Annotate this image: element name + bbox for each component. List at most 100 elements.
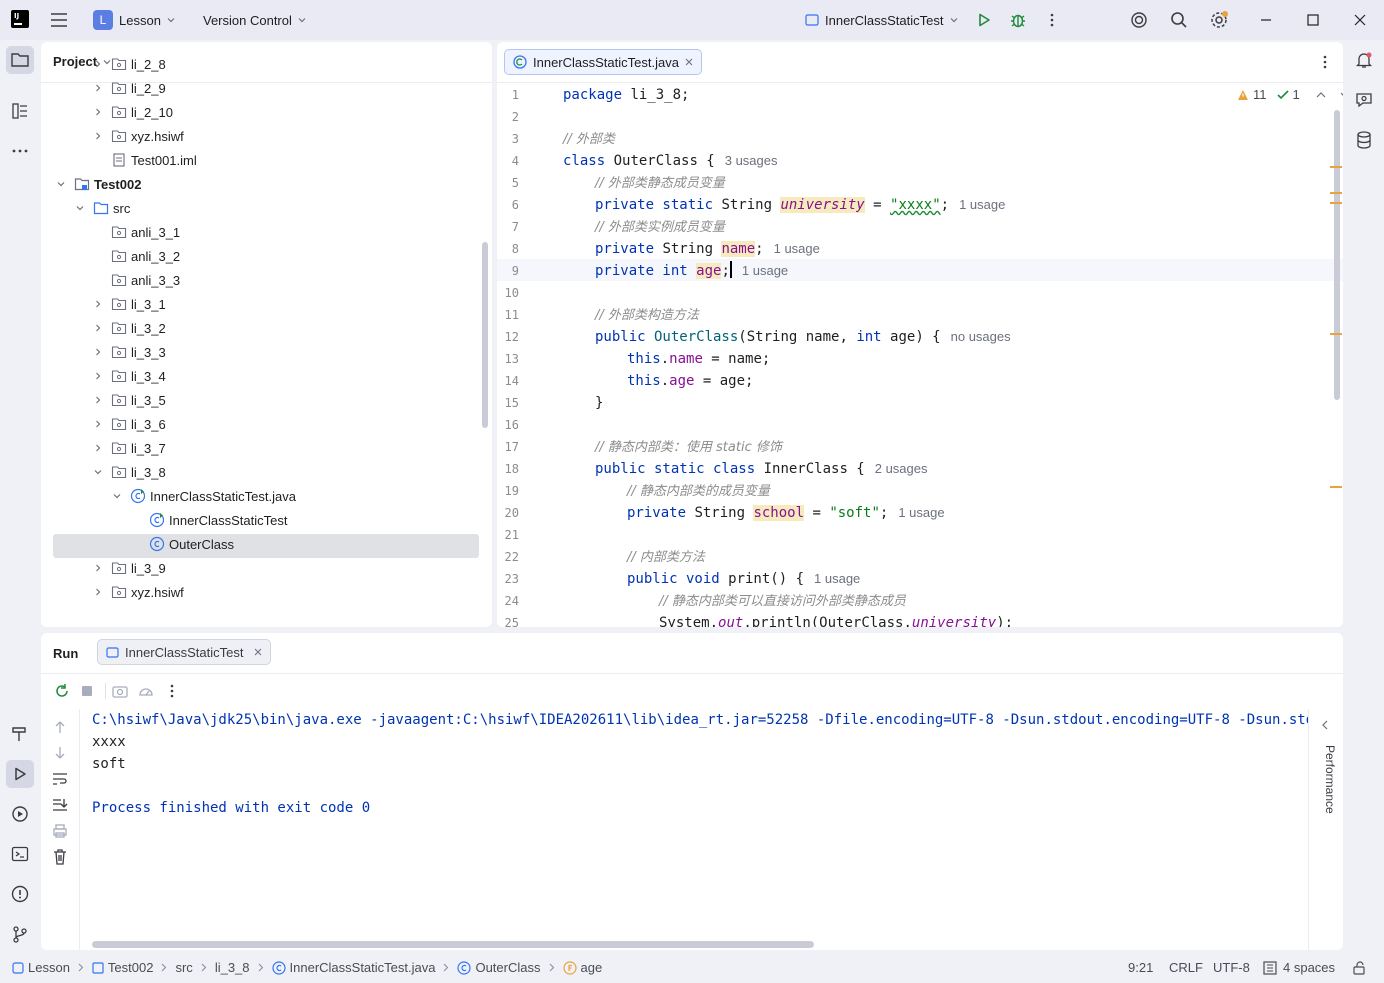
code-line[interactable]: 9 private int age; 1 usage (497, 260, 1343, 282)
tree-node[interactable]: li_3_9 (41, 556, 492, 580)
error-stripe-marker[interactable] (1330, 486, 1342, 488)
search-button[interactable] (1167, 8, 1191, 32)
code-line[interactable]: 24 // 静态内部类可以直接访问外部类静态成员 (497, 590, 1343, 612)
tree-node[interactable]: li_3_3 (41, 340, 492, 364)
chevron-right-icon[interactable] (92, 418, 104, 430)
chevron-right-icon[interactable] (92, 322, 104, 334)
debug-button[interactable] (1006, 8, 1030, 32)
project-widget[interactable]: L Lesson (93, 8, 175, 32)
screenshot-button[interactable] (108, 679, 132, 703)
tree-node[interactable]: InnerClassStaticTest.java (41, 484, 492, 508)
chevron-right-icon[interactable] (92, 370, 104, 382)
terminal-tool-button[interactable] (8, 842, 32, 866)
code-line[interactable]: 12 public OuterClass(String name, int age… (497, 326, 1343, 348)
tree-node[interactable]: li_2_8 (41, 52, 492, 76)
close-window-button[interactable] (1348, 8, 1372, 32)
editor-scrollbar[interactable] (1334, 110, 1340, 400)
chevron-right-icon[interactable] (92, 346, 104, 358)
chevron-down-icon[interactable] (55, 178, 67, 190)
breadcrumb-item[interactable]: InnerClassStaticTest.java (271, 960, 435, 975)
code-line[interactable]: 11 // 外部类构造方法 (497, 304, 1343, 326)
chevron-right-icon[interactable] (92, 586, 104, 598)
ai-chat-button[interactable] (1352, 88, 1376, 112)
collapse-side-button[interactable] (1313, 713, 1337, 737)
close-icon[interactable] (254, 648, 262, 656)
error-stripe-marker[interactable] (1330, 333, 1342, 335)
ai-assistant-button[interactable] (1127, 8, 1151, 32)
more-tools-button[interactable] (8, 139, 32, 163)
notifications-button[interactable] (1352, 48, 1376, 72)
error-stripe-marker[interactable] (1330, 202, 1342, 204)
tree-node[interactable]: xyz.hsiwf (41, 124, 492, 148)
tree-node[interactable]: src (41, 196, 492, 220)
breadcrumb-item[interactable]: OuterClass (457, 960, 541, 975)
run-tool-button[interactable] (6, 760, 34, 788)
profiler-button[interactable] (134, 679, 158, 703)
chevron-right-icon[interactable] (92, 58, 104, 70)
run-more-button[interactable] (160, 679, 184, 703)
tree-node[interactable]: anli_3_1 (41, 220, 492, 244)
chevron-right-icon[interactable] (92, 394, 104, 406)
code-line[interactable]: 1 package li_3_8; (497, 84, 1343, 106)
breadcrumb-item[interactable]: li_3_8 (215, 960, 250, 975)
editor-more-button[interactable] (1313, 50, 1337, 74)
chevron-right-icon[interactable] (92, 562, 104, 574)
more-actions-button[interactable] (1040, 8, 1064, 32)
tree-node[interactable]: anli_3_3 (41, 268, 492, 292)
code-line[interactable]: 2 (497, 106, 1343, 128)
code-line[interactable]: 5 // 外部类静态成员变量 (497, 172, 1343, 194)
build-tool-button[interactable] (8, 722, 32, 746)
code-line[interactable]: 7 // 外部类实例成员变量 (497, 216, 1343, 238)
tree-node[interactable]: li_3_6 (41, 412, 492, 436)
maximize-button[interactable] (1301, 8, 1325, 32)
tree-node[interactable]: xyz.hsiwf (41, 580, 492, 604)
code-line[interactable]: 13 this.name = name; (497, 348, 1343, 370)
vcs-widget[interactable]: Version Control (203, 8, 306, 32)
breadcrumb-item[interactable]: Lesson (12, 960, 70, 975)
rerun-button[interactable] (50, 679, 74, 703)
settings-button[interactable] (1207, 8, 1231, 32)
editor-tab[interactable]: InnerClassStaticTest.java (504, 49, 702, 75)
code-line[interactable]: 19 // 静态内部类的成员变量 (497, 480, 1343, 502)
tree-node[interactable]: li_3_4 (41, 364, 492, 388)
git-tool-button[interactable] (8, 922, 32, 946)
tree-node[interactable]: li_3_7 (41, 436, 492, 460)
chevron-right-icon[interactable] (92, 106, 104, 118)
code-area[interactable]: 1 package li_3_8; 2 3// 外部类 4 class OuterClas… (497, 83, 1343, 627)
main-menu-icon[interactable] (47, 8, 71, 32)
code-line[interactable]: 18 public static class InnerClass {2 usag… (497, 458, 1343, 480)
structure-tool-button[interactable] (8, 99, 32, 123)
tree-node[interactable]: OuterClass (41, 532, 492, 556)
performance-side-tab[interactable]: Performance (1319, 745, 1339, 825)
chevron-right-icon[interactable] (92, 442, 104, 454)
code-line[interactable]: 23 public void print() {1 usage (497, 568, 1343, 590)
tree-node[interactable]: li_3_2 (41, 316, 492, 340)
code-line[interactable]: 20 private String school = "soft"; 1 usage (497, 502, 1343, 524)
code-line[interactable]: 6 private static String university = "xxx… (497, 194, 1343, 216)
code-line[interactable]: 4 class OuterClass {3 usages (497, 150, 1343, 172)
code-line[interactable]: 17 // 静态内部类：使用 static 修饰 (497, 436, 1343, 458)
code-line[interactable]: 25 System.out.println(OuterClass.universi… (497, 612, 1343, 627)
tree-node[interactable]: li_3_1 (41, 292, 492, 316)
breadcrumb-item[interactable]: age (562, 960, 602, 975)
tree-node[interactable]: li_2_9 (41, 76, 492, 100)
tree-node[interactable]: InnerClassStaticTest (41, 508, 492, 532)
tree-node[interactable]: li_3_8 (41, 460, 492, 484)
problems-tool-button[interactable] (8, 882, 32, 906)
tree-node[interactable]: li_3_5 (41, 388, 492, 412)
tree-node[interactable]: Test002 (41, 172, 492, 196)
file-encoding[interactable]: UTF-8 (1213, 960, 1250, 975)
breadcrumb-item[interactable]: src (175, 960, 192, 975)
console-h-scrollbar[interactable] (92, 941, 814, 948)
tree-node[interactable]: li_2_10 (41, 100, 492, 124)
code-line[interactable]: 3 // 外部类 (497, 128, 1343, 150)
chevron-right-icon[interactable] (92, 298, 104, 310)
stop-button[interactable] (75, 679, 99, 703)
code-line[interactable]: 21 (497, 524, 1343, 546)
chevron-right-icon[interactable] (92, 130, 104, 142)
run-config-selector[interactable]: InnerClassStaticTest (805, 8, 958, 32)
indent-widget[interactable]: 4 spaces (1263, 960, 1335, 975)
breadcrumb-item[interactable]: Test002 (92, 960, 153, 975)
chevron-right-icon[interactable] (92, 82, 104, 94)
code-line[interactable]: 14 this.age = age; (497, 370, 1343, 392)
